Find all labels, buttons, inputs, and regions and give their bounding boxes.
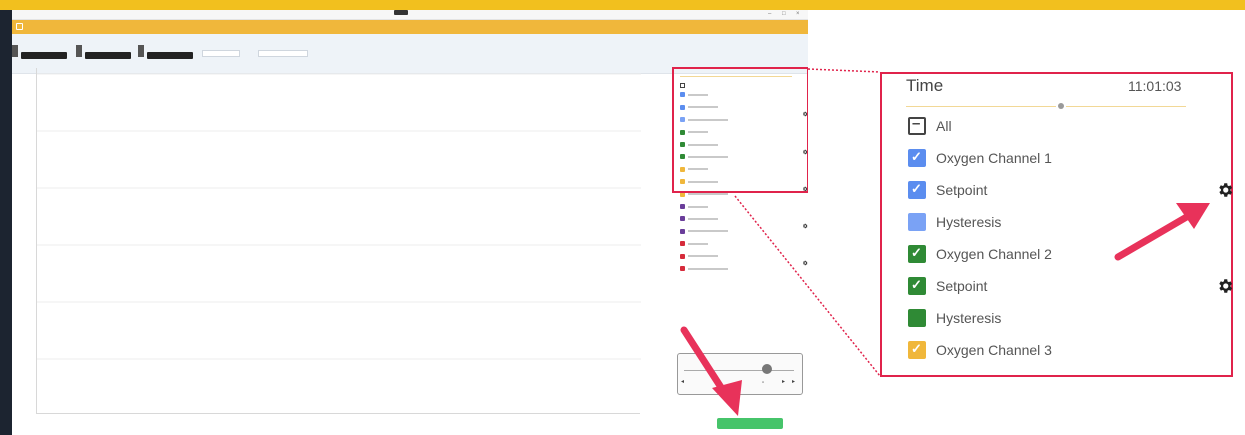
checked-checkbox-icon[interactable]: ✓ — [908, 341, 926, 359]
legend-item-label: Oxygen Channel 3 — [936, 342, 1052, 358]
arrow-to-gear — [1114, 203, 1210, 261]
legend-item[interactable]: ✓ Oxygen Channel 1 — [908, 146, 1052, 170]
legend-item[interactable]: ✓ Setpoint — [908, 274, 987, 298]
gear-icon[interactable] — [1216, 277, 1234, 295]
legend-item-label: Setpoint — [936, 278, 988, 294]
legend-item[interactable]: Hysteresis — [908, 210, 1001, 234]
legend-item-label: Hysteresis — [936, 214, 1002, 230]
legend-item-all[interactable]: – All — [908, 114, 952, 138]
legend-item-label: Oxygen Channel 2 — [936, 246, 1052, 262]
time-slider-left[interactable] — [906, 106, 1056, 107]
checked-checkbox-icon[interactable]: ✓ — [908, 245, 926, 263]
unchecked-checkbox-icon[interactable] — [908, 309, 926, 327]
legend-item[interactable]: ✓ Oxygen Channel 3 — [908, 338, 1052, 362]
legend-item-label: Oxygen Channel 1 — [936, 150, 1052, 166]
legend-item-label: Hysteresis — [936, 310, 1002, 326]
time-slider-right[interactable] — [1066, 106, 1186, 107]
checked-checkbox-icon[interactable]: ✓ — [908, 149, 926, 167]
legend-item[interactable]: Hysteresis — [908, 306, 1001, 330]
indeterminate-checkbox-icon[interactable]: – — [908, 115, 926, 135]
checked-checkbox-icon[interactable]: ✓ — [908, 277, 926, 295]
unchecked-checkbox-icon[interactable] — [908, 213, 926, 231]
arrow-to-start-button — [680, 326, 742, 416]
legend-item-label: All — [936, 118, 952, 134]
connector-bottom — [734, 195, 881, 377]
time-slider-handle[interactable] — [1058, 103, 1064, 109]
time-value: 11:01:03 — [1128, 78, 1182, 94]
time-label: Time — [906, 76, 944, 95]
legend-item-label: Setpoint — [936, 182, 988, 198]
connector-top — [807, 68, 881, 73]
legend-item[interactable]: ✓ Setpoint — [908, 178, 987, 202]
checked-checkbox-icon[interactable]: ✓ — [908, 181, 926, 199]
legend-item[interactable]: ✓ Oxygen Channel 2 — [908, 242, 1052, 266]
